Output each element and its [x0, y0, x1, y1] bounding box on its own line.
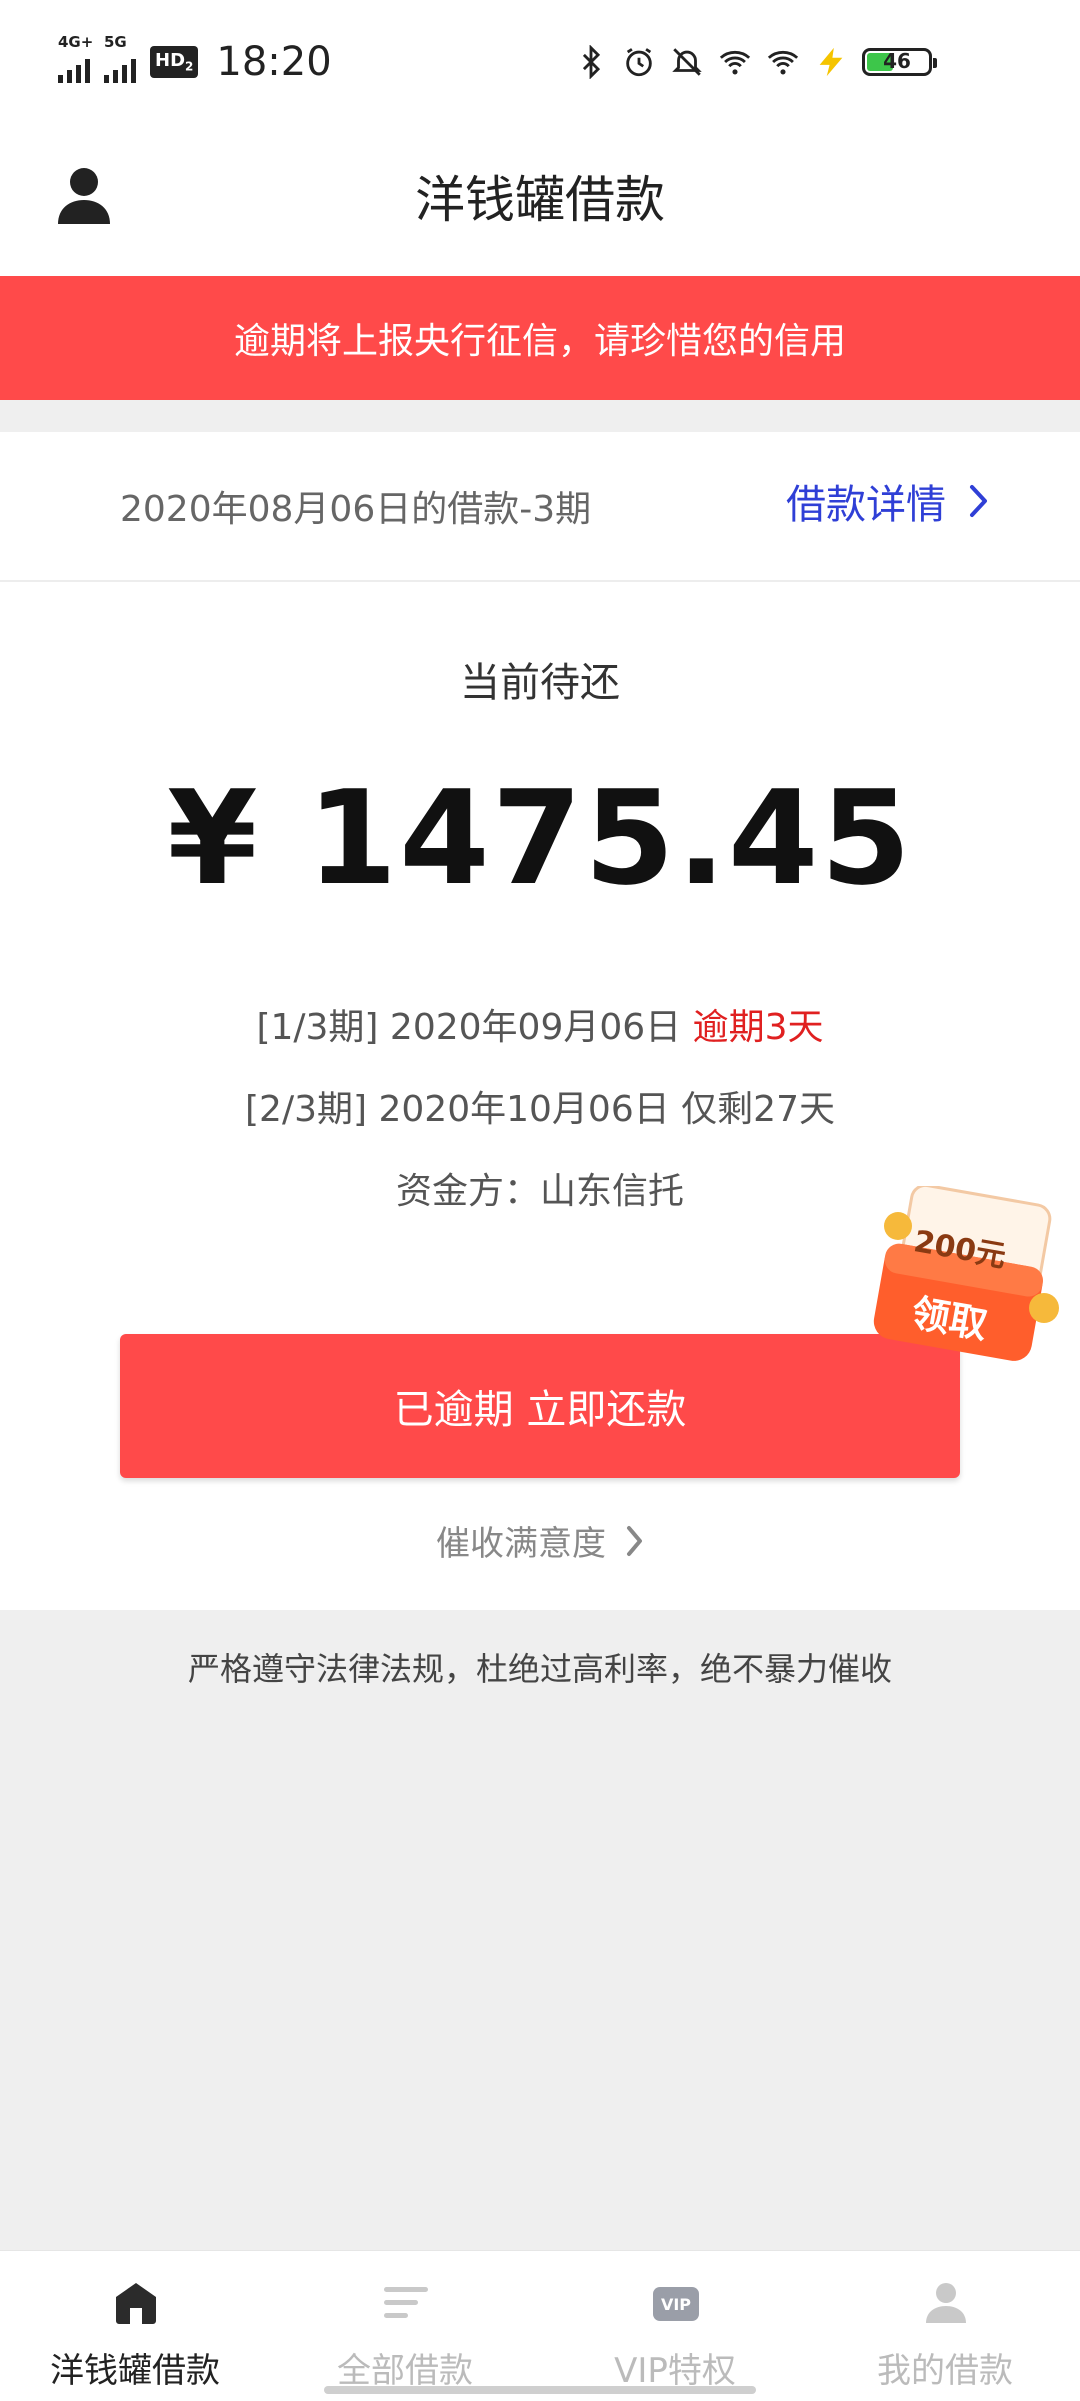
person-icon: [926, 2283, 966, 2323]
signal-4g-icon: 4G+: [58, 33, 93, 83]
tab-label: VIP特权: [614, 2351, 736, 2391]
tab-label: 全部借款: [337, 2351, 473, 2391]
hd-sub: 2: [185, 59, 194, 74]
loan-detail-label: 借款详情: [786, 482, 946, 528]
repay-now-button[interactable]: 已逾期 立即还款: [120, 1334, 960, 1478]
charging-icon: [819, 47, 843, 77]
svg-text:VIP: VIP: [661, 2295, 691, 2314]
list-icon: [384, 2287, 428, 2318]
battery-level: 46: [883, 49, 911, 73]
wifi-2-icon: [767, 50, 799, 75]
chevron-right-icon: [970, 485, 987, 517]
mute-bell-icon: [672, 48, 702, 76]
chevron-right-icon: [627, 1525, 642, 1556]
collection-satisfaction-label: 催收满意度: [436, 1524, 606, 1564]
coupon-icon: [873, 1186, 1059, 1361]
tab-vip[interactable]: VIP VIP特权: [540, 2251, 810, 2401]
tab-label: 我的借款: [877, 2351, 1013, 2391]
loan-date-label: 2020年08月06日的借款-3期: [120, 489, 592, 530]
bluetooth-icon: [582, 45, 601, 79]
credit-warning-banner: 逾期将上报央行征信，请珍惜您的信用: [0, 276, 1080, 400]
due-amount: ¥ 1475.45: [167, 762, 913, 914]
due-label: 当前待还: [460, 660, 620, 706]
installment-1: [1/3期] 2020年09月06日 逾期3天: [0, 998, 1080, 1050]
status-right: 46: [574, 34, 937, 90]
repay-now-label: 已逾期 立即还款: [393, 1387, 687, 1433]
tab-my-loans[interactable]: 我的借款: [810, 2251, 1080, 2401]
hd-voice-icon: HD2: [150, 46, 199, 78]
collection-satisfaction-link[interactable]: 催收满意度: [0, 1516, 1080, 1565]
hd-label: HD: [155, 50, 186, 72]
status-bar: 4G+ 5G HD2 18:20 46: [0, 0, 1080, 120]
status-left: 4G+ 5G HD2 18:20: [58, 33, 332, 90]
signal-5g-icon: 5G: [104, 33, 136, 83]
tab-label: 洋钱罐借款: [50, 2351, 220, 2391]
loan-detail-link[interactable]: 借款详情: [786, 472, 990, 530]
tab-home[interactable]: 洋钱罐借款: [0, 2251, 270, 2401]
network-label-4g: 4G+: [58, 33, 94, 51]
credit-warning-text: 逾期将上报央行征信，请珍惜您的信用: [233, 321, 846, 362]
compliance-note: 严格遵守法律法规，杜绝过高利率，绝不暴力催收: [187, 1650, 892, 1688]
home-icon: [116, 2283, 156, 2324]
home-indicator: [324, 2386, 756, 2394]
loan-row: 2020年08月06日的借款-3期 借款详情: [0, 432, 1080, 582]
overdue-status: 逾期3天: [692, 1007, 824, 1048]
installment-1-date: [1/3期] 2020年09月06日: [256, 1007, 682, 1048]
app-header: 洋钱罐借款: [0, 120, 1080, 276]
network-label-5g: 5G: [104, 33, 127, 51]
bottom-tab-bar: 洋钱罐借款 全部借款 VIP VIP特权 我的借款: [0, 2250, 1080, 2401]
vip-icon: VIP: [653, 2287, 699, 2321]
wifi-icon: [719, 50, 751, 75]
coupon-badge[interactable]: 200元 领取: [868, 1186, 1068, 1376]
alarm-icon: [626, 48, 652, 77]
installment-2: [2/3期] 2020年10月06日 仅剩27天: [245, 1089, 835, 1130]
page-title: 洋钱罐借款: [415, 171, 665, 229]
battery-icon: 46: [862, 48, 937, 76]
clock: 18:20: [216, 39, 332, 85]
tab-all-loans[interactable]: 全部借款: [270, 2251, 540, 2401]
repayment-card: 2020年08月06日的借款-3期 借款详情 当前待还 ¥ 1475.45 [1…: [0, 432, 1080, 1610]
